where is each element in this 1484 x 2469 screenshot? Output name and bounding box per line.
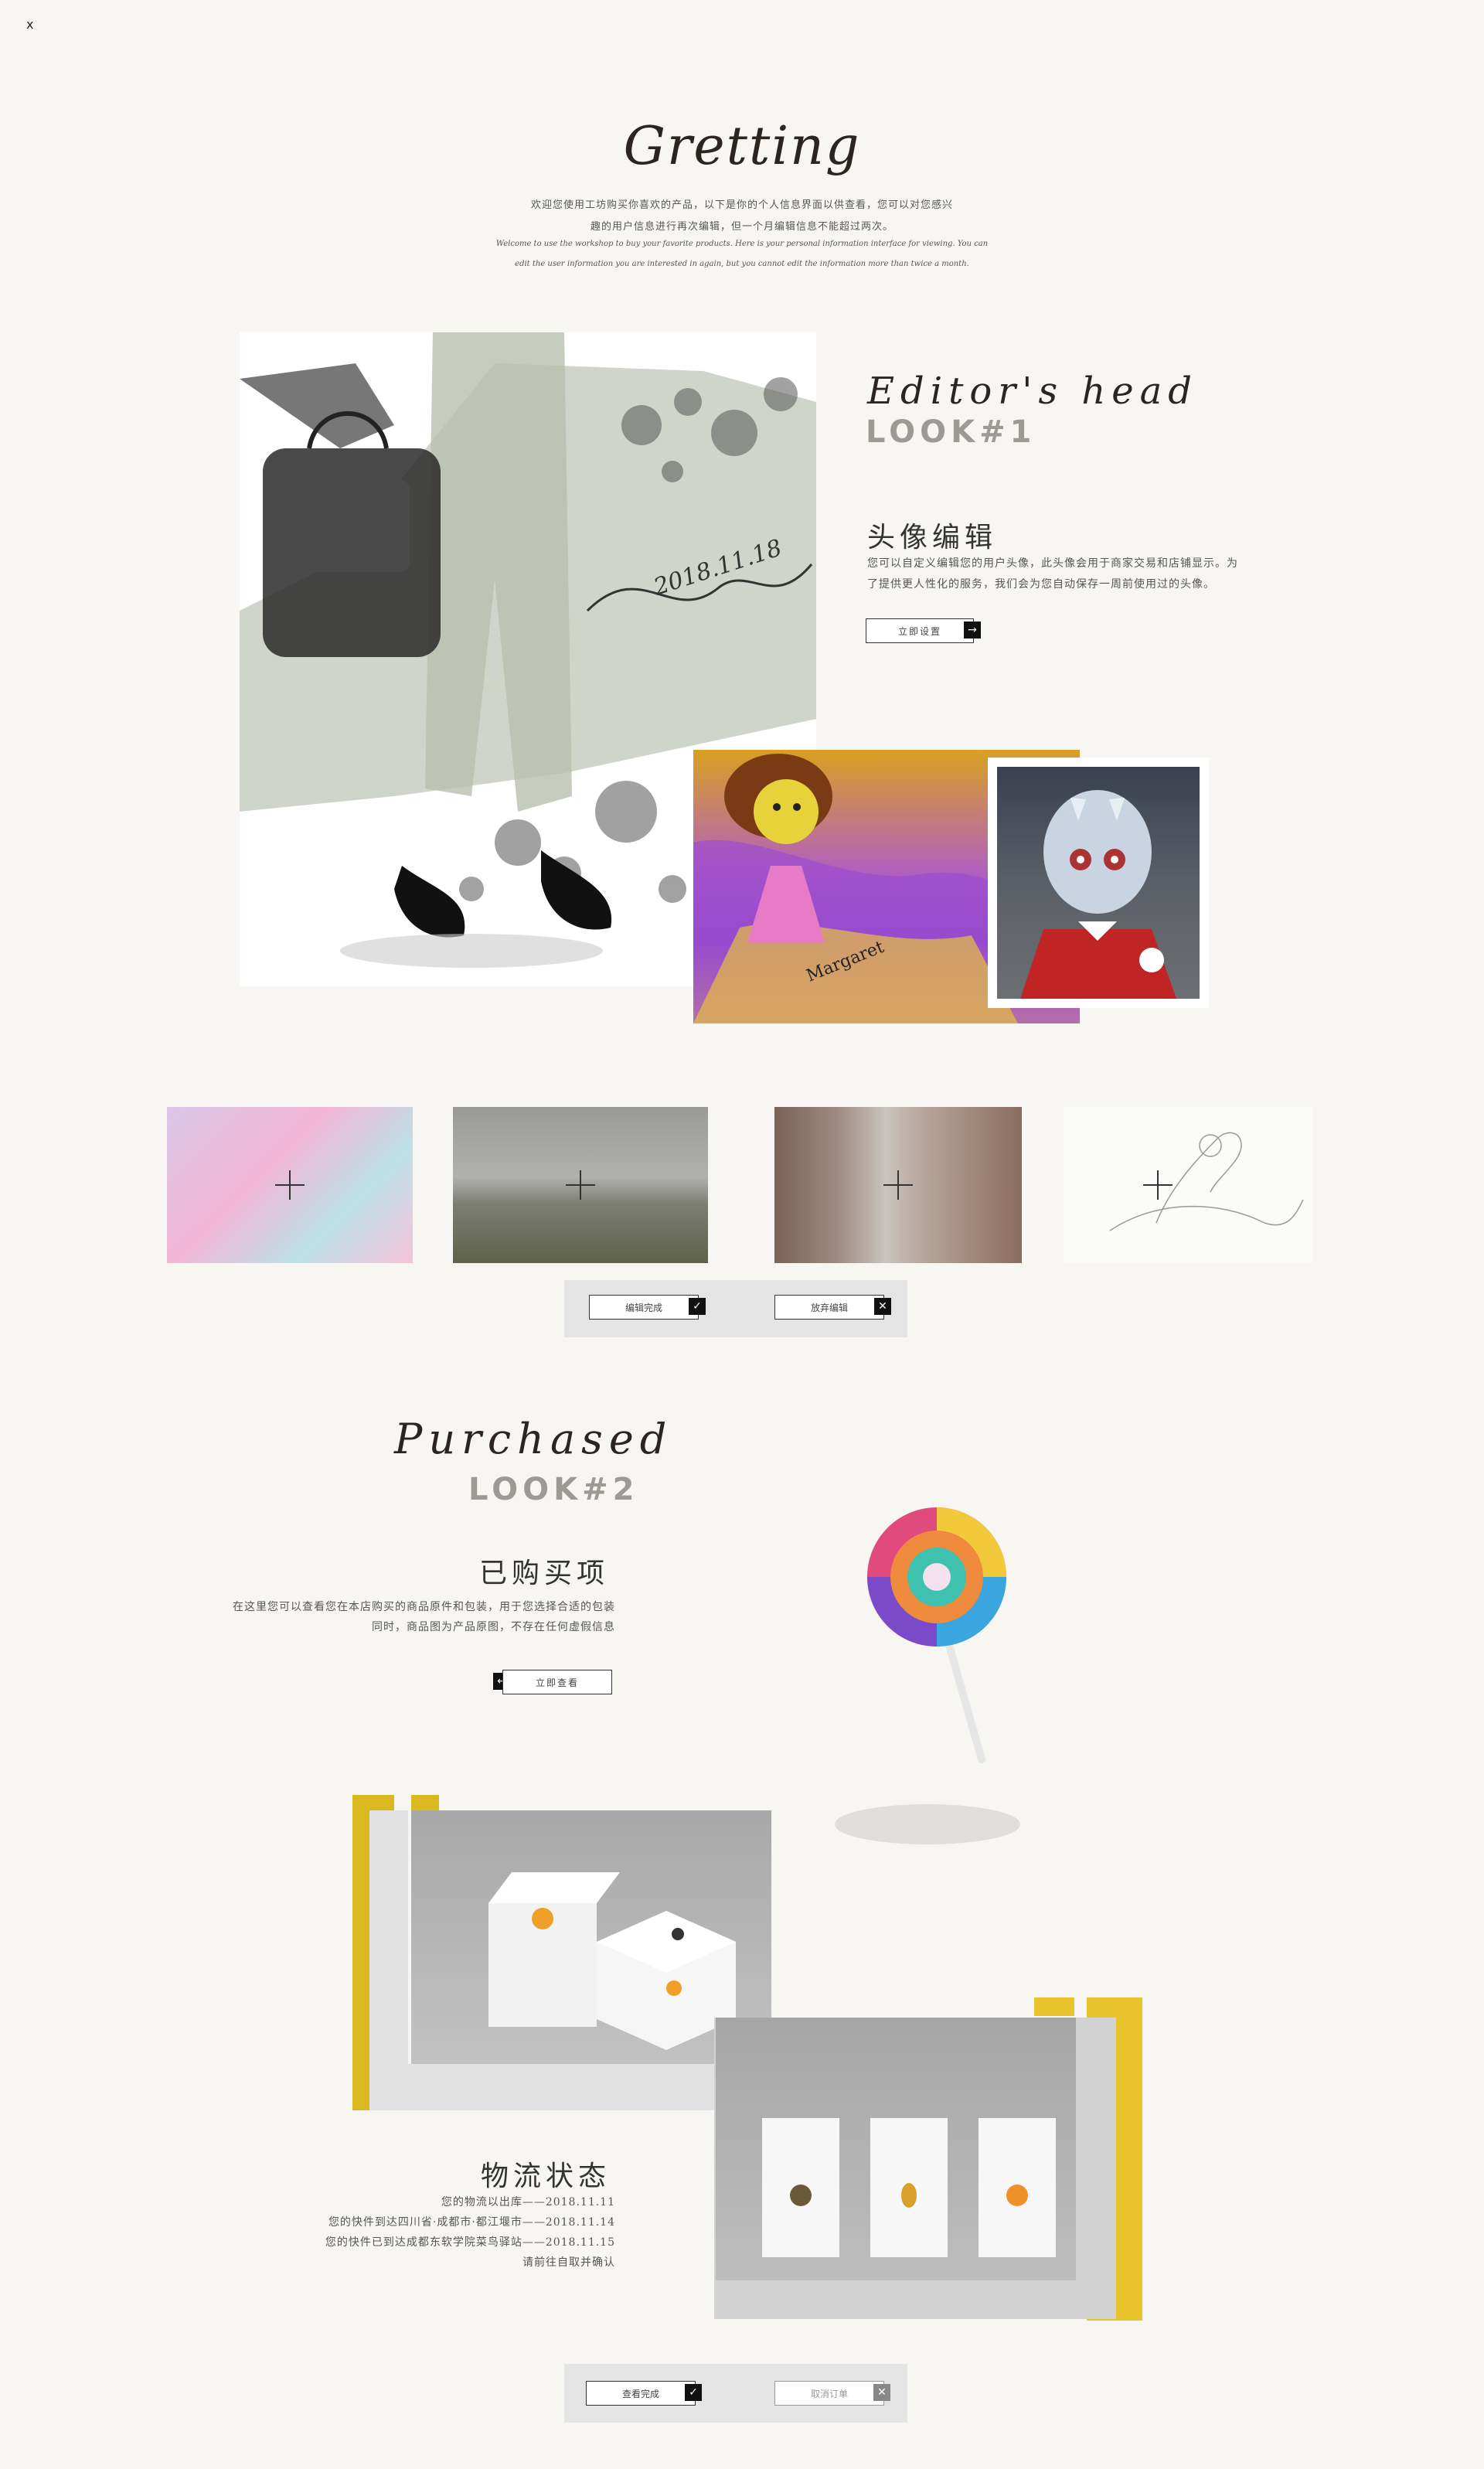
purchased-heading: 已购买项 [479,1558,610,1589]
logistics-line-1: 您的物流以出库——2018.11.11 [441,2196,615,2208]
greeting-text-line-1: 欢迎您使用工坊购买你喜欢的产品，以下是你的个人信息界面以供查看，您可以对您感兴 [530,199,953,211]
yellow-frame-right-tab [1034,1997,1074,2016]
discard-edit-label: 放弃编辑 [810,1302,848,1313]
thumbnail-pastel[interactable] [167,1107,413,1263]
purchased-description-2: 同时，商品图为产品原图，不存在任何虚假信息 [372,1621,615,1633]
greeting-title: Gretting [623,116,861,177]
discard-edit-button[interactable]: 放弃编辑 [774,1295,884,1320]
grey-frame-left-bottom [369,2064,771,2110]
logistics-line-3: 您的快件已到达成都东软学院菜鸟驿站——2018.11.15 [325,2236,615,2249]
close-button[interactable]: x [26,17,33,32]
avatar-edit-description-1: 您可以自定义编辑您的用户头像，此头像会用于商家交易和店铺显示。为 [867,557,1238,570]
view-done-label: 查看完成 [621,2388,659,2399]
set-now-label: 立即设置 [897,625,941,637]
cancel-order-button[interactable]: 取消订单 [774,2381,884,2406]
logistics-heading: 物流状态 [481,2161,611,2192]
check-icon[interactable]: ✓ [685,2384,702,2401]
editor-look-label: LOOK#1 [866,414,1036,450]
greeting-english-line-2: edit the user information you are intere… [515,260,969,268]
crosshair-icon [561,1166,600,1204]
yellow-frame-left-top [352,1795,394,1810]
check-icon[interactable]: ✓ [689,1298,706,1315]
greeting-english-line-1: Welcome to use the workshop to buy your … [495,240,989,248]
purchased-section-title: Purchased [394,1415,673,1463]
editor-section-title: Editor's head [867,369,1198,413]
avatar-edit-heading: 头像编辑 [867,522,998,553]
arrow-right-icon[interactable]: → [964,622,981,639]
logistics-line-2: 您的快件到达四川省·成都市·都江堰市——2018.11.14 [328,2216,615,2229]
crosshair-icon [879,1166,917,1204]
greeting-text-line-2: 趣的用户信息进行再次编辑，但一个月编辑信息不能超过两次。 [590,221,893,233]
edit-done-button[interactable]: 编辑完成 [589,1295,699,1320]
logistics-line-4: 请前往自取并确认 [522,2256,615,2269]
crosshair-icon [271,1166,309,1204]
yellow-frame-left [352,1795,369,2110]
yellow-frame-left-tab [411,1795,439,1810]
cancel-order-label: 取消订单 [810,2388,848,2399]
thumbnail-line-sketch[interactable] [1064,1107,1312,1263]
thumbnail-seashore[interactable] [453,1107,708,1263]
close-icon[interactable]: ✕ [873,2384,890,2401]
purchased-description-1: 在这里您可以查看您在本店购买的商品原件和包装，用于您选择合适的包装 [233,1601,615,1613]
close-icon[interactable]: ✕ [874,1298,891,1315]
avatar-edit-description-2: 了提供更人性化的服务，我们会为您自动保存一周前使用过的头像。 [867,578,1215,591]
view-now-label: 立即查看 [535,1677,579,1688]
thumbnail-alley[interactable] [774,1107,1022,1263]
set-now-button[interactable]: 立即设置 [866,618,974,643]
lollipop-image [796,1500,1028,1855]
product-boxes-fruit-image [716,2018,1076,2280]
view-now-button[interactable]: 立即查看 [502,1670,612,1694]
edit-done-label: 编辑完成 [625,1302,662,1313]
view-done-button[interactable]: 查看完成 [586,2381,696,2406]
crosshair-icon [1139,1166,1177,1204]
avatar-card-boy[interactable] [988,758,1209,1008]
purchased-look-label: LOOK#2 [468,1472,639,1507]
